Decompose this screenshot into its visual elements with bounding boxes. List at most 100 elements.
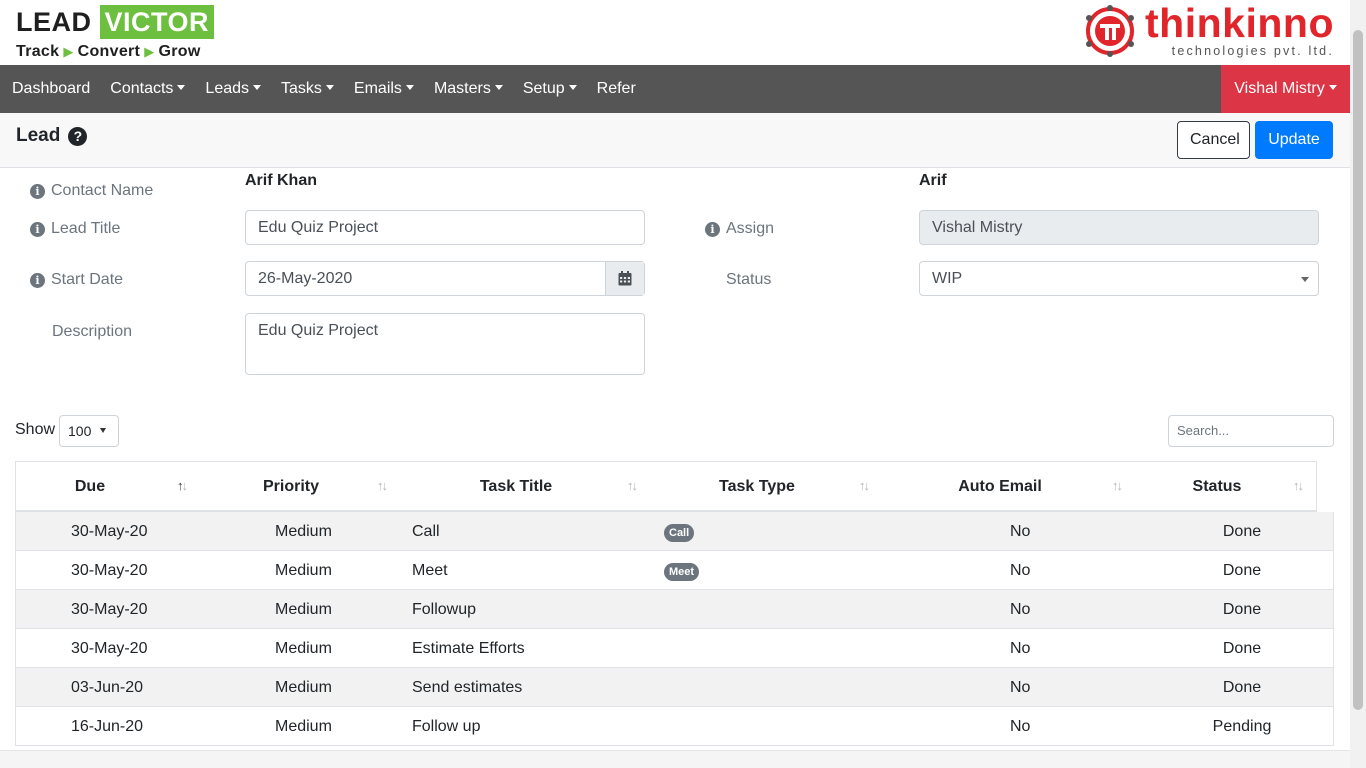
cell-due: 30-May-20 xyxy=(71,601,148,618)
info-icon: i xyxy=(30,183,45,199)
cell-priority: Medium xyxy=(275,523,332,540)
cell-priority: Medium xyxy=(275,679,332,696)
logo-tagline: Track ▶ Convert ▶ Grow xyxy=(16,43,214,61)
table-row[interactable]: 30-May-20 Medium Meet No Done Meet xyxy=(15,551,1334,590)
cell-due: 30-May-20 xyxy=(71,640,148,657)
user-name: Vishal Mistry xyxy=(1234,80,1325,97)
column-header-status[interactable]: Status xyxy=(1142,462,1292,511)
caret-down-icon xyxy=(325,85,334,90)
play-arrow-icon: ▶ xyxy=(144,44,155,59)
cell-auto-email: No xyxy=(1010,562,1031,579)
caret-down-icon xyxy=(1328,85,1337,90)
play-arrow-icon: ▶ xyxy=(63,44,74,59)
table-body: 30-May-20 Medium Call No Done Call 30-May-20 Me… xyxy=(15,512,1334,746)
start-date-field[interactable]: 26-May-2020 xyxy=(245,261,645,296)
cell-due: 30-May-20 xyxy=(71,562,148,579)
thinkinno-name: thinkinno xyxy=(1145,0,1334,46)
contact-name-value: Arif Khan xyxy=(245,172,317,189)
cell-auto-email: No xyxy=(1010,601,1031,618)
nav-item-emails[interactable]: Emails xyxy=(344,65,424,113)
cell-priority: Medium xyxy=(275,718,332,735)
chevron-down-icon xyxy=(1301,277,1309,282)
cell-due: 16-Jun-20 xyxy=(71,718,144,735)
page-size-value: 100 xyxy=(68,423,92,439)
caret-down-icon xyxy=(253,85,262,90)
cell-auto-email: No xyxy=(1010,679,1031,696)
thinkinno-subtitle: technologies pvt. ltd. xyxy=(1171,44,1334,58)
column-header-task-title[interactable]: Task Title xyxy=(441,462,591,511)
sort-icon[interactable]: ↑↓ xyxy=(1293,478,1304,493)
cell-priority: Medium xyxy=(275,562,332,579)
update-button[interactable]: Update xyxy=(1255,121,1333,159)
page-size-select[interactable]: 100 xyxy=(59,415,119,447)
sort-icon[interactable]: ↑↓ xyxy=(377,478,388,493)
thinkinno-logo: thinkinno technologies pvt. ltd. xyxy=(1083,3,1334,58)
sort-icon[interactable]: ↑↓ xyxy=(1112,478,1123,493)
caret-down-icon xyxy=(568,85,577,90)
column-header-due[interactable]: Due xyxy=(16,462,164,511)
nav-item-masters[interactable]: Masters xyxy=(424,65,513,113)
info-icon: i xyxy=(30,221,45,237)
nav-item-label: Contacts xyxy=(110,80,174,97)
table-row[interactable]: 03-Jun-20 Medium Send estimates No Done xyxy=(15,668,1334,707)
logo-lead-text: LEAD xyxy=(16,6,92,37)
column-header-task-type[interactable]: Task Type xyxy=(682,462,832,511)
sort-icon[interactable]: ↑↓ xyxy=(627,478,638,493)
question-circle-icon[interactable]: ? xyxy=(68,126,88,146)
lead-title-input[interactable]: Edu Quiz Project xyxy=(245,210,645,245)
cancel-button[interactable]: Cancel xyxy=(1177,121,1250,159)
nav-item-label: Refer xyxy=(596,80,636,97)
lead-title-label: i Lead Title xyxy=(30,220,120,238)
contact-name-label: i Contact Name xyxy=(30,182,153,200)
table-row[interactable]: 30-May-20 Medium Estimate Efforts No Done xyxy=(15,629,1334,668)
cell-due: 03-Jun-20 xyxy=(71,679,144,696)
nav-item-label: Tasks xyxy=(281,80,322,97)
nav-item-setup[interactable]: Setup xyxy=(513,65,587,113)
table-row[interactable]: 30-May-20 Medium Call No Done Call xyxy=(15,512,1334,551)
assign-input: Vishal Mistry xyxy=(919,210,1319,245)
nav-item-refer[interactable]: Refer xyxy=(587,65,646,113)
column-header-label: Due xyxy=(74,478,106,495)
cell-status: Pending xyxy=(1212,718,1272,735)
table-search-input[interactable]: Search... xyxy=(1168,415,1334,447)
cell-status: Done xyxy=(1222,640,1262,657)
leadvictor-logo[interactable]: LEAD VICTOR Track ▶ Convert ▶ Grow xyxy=(16,5,215,61)
user-menu[interactable]: Vishal Mistry xyxy=(1221,65,1350,113)
status-select[interactable]: WIP xyxy=(919,261,1319,296)
column-header-label: Priority xyxy=(262,478,319,495)
show-entries-label: Show xyxy=(15,421,56,438)
nav-menu: Dashboard Contacts Leads Tasks Emails Masters… xyxy=(0,65,1350,113)
cell-status: Done xyxy=(1222,562,1262,579)
scrollbar-thumb[interactable] xyxy=(1353,30,1363,710)
caret-down-icon xyxy=(405,85,414,90)
info-icon: i xyxy=(705,221,720,237)
cell-task-title: Followup xyxy=(412,601,477,618)
column-header-auto-email[interactable]: Auto Email xyxy=(925,462,1075,511)
column-header-priority[interactable]: Priority xyxy=(216,462,366,511)
start-date-value: 26-May-2020 xyxy=(258,270,353,287)
column-header-label: Auto Email xyxy=(958,478,1042,495)
assign-label-text: Assign xyxy=(726,220,775,237)
cell-status: Done xyxy=(1222,679,1262,696)
task-type-badge: Call xyxy=(664,524,695,542)
nav-item-label: Leads xyxy=(205,80,250,97)
nav-item-leads[interactable]: Leads xyxy=(195,65,271,113)
cell-task-title: Meet xyxy=(412,562,448,579)
tagline-grow: Grow xyxy=(158,43,201,60)
cell-priority: Medium xyxy=(275,601,332,618)
table-row[interactable]: 16-Jun-20 Medium Follow up No Pending xyxy=(15,707,1334,746)
description-textarea[interactable]: Edu Quiz Project xyxy=(245,313,645,375)
vertical-scrollbar[interactable] xyxy=(1350,0,1366,768)
nav-item-dashboard[interactable]: Dashboard xyxy=(2,65,100,113)
table-row[interactable]: 30-May-20 Medium Followup No Done xyxy=(15,590,1334,629)
cell-auto-email: No xyxy=(1010,640,1031,657)
nav-item-tasks[interactable]: Tasks xyxy=(271,65,344,113)
description-label: Description xyxy=(52,323,133,340)
table-header: Due ↑↓ Priority ↑↓ Task Title ↑↓ Task Ty… xyxy=(15,461,1317,512)
calendar-icon[interactable] xyxy=(605,262,644,295)
nav-item-contacts[interactable]: Contacts xyxy=(100,65,195,113)
column-header-label: Task Title xyxy=(479,478,553,495)
sort-icon[interactable]: ↑↓ xyxy=(859,478,870,493)
cell-status: Done xyxy=(1222,523,1262,540)
sort-icon[interactable]: ↑↓ xyxy=(177,478,188,493)
